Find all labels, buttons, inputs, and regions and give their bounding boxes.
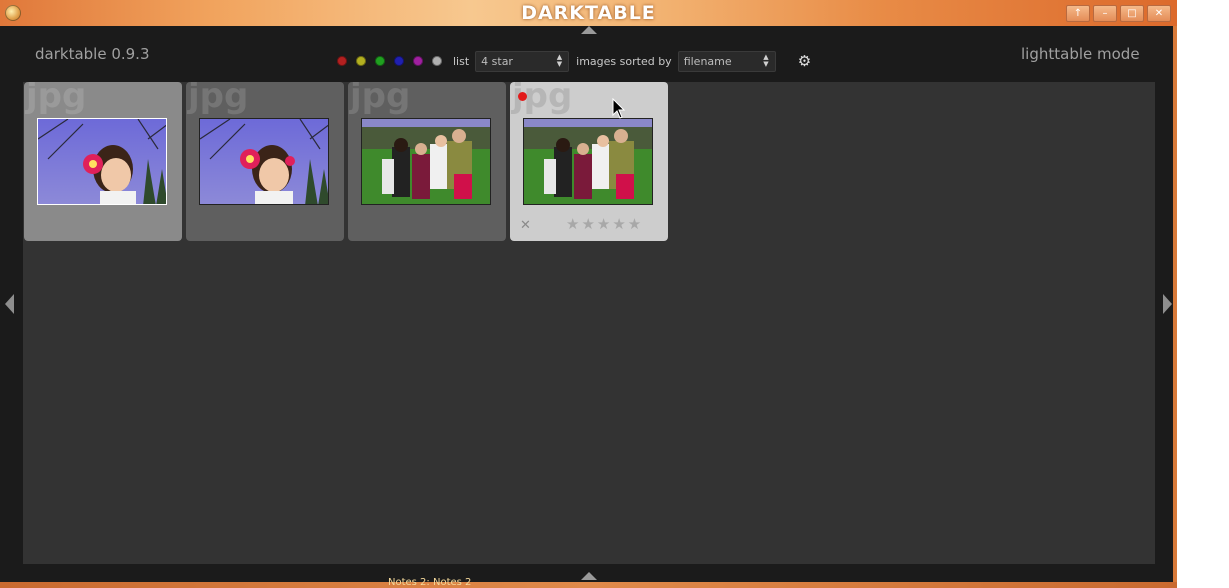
purple-label-filter-icon[interactable] (413, 56, 423, 66)
collapse-right-panel-arrow-icon[interactable] (1163, 294, 1172, 314)
reject-icon[interactable]: ✕ (520, 218, 531, 233)
gear-icon[interactable]: ⚙ (798, 52, 811, 70)
thumbnail-4[interactable]: jpg ✕ ★★★★★ (510, 82, 668, 241)
file-extension-label: jpg (350, 82, 411, 116)
thumbnail-image (199, 118, 329, 205)
mouse-cursor-icon (612, 98, 626, 119)
list-filter-value: 4 star (481, 54, 513, 68)
filter-toolbar: list 4 star ▲ ▼ images sorted by filename… (337, 50, 811, 72)
darktable-window: DARKTABLE ↑ – □ ✕ darktable 0.9.3 lightt… (0, 0, 1177, 588)
collapse-bottom-panel-arrow-icon[interactable] (581, 572, 597, 580)
sort-label: images sorted by (576, 54, 672, 68)
red-label-filter-icon[interactable] (337, 56, 347, 66)
blue-label-filter-icon[interactable] (394, 56, 404, 66)
title-bar: DARKTABLE ↑ – □ ✕ (0, 0, 1177, 26)
list-label: list (453, 54, 470, 68)
thumbnail-image (523, 118, 653, 205)
red-color-label-icon[interactable] (518, 92, 527, 101)
window-title: DARKTABLE (521, 2, 656, 24)
yellow-label-filter-icon[interactable] (356, 56, 366, 66)
window-minimize-button[interactable]: – (1093, 5, 1117, 22)
select-arrows-icon: ▲ ▼ (763, 52, 769, 68)
green-label-filter-icon[interactable] (375, 56, 385, 66)
thumbnail-image (361, 118, 491, 205)
collapse-top-panel-arrow-icon[interactable] (581, 26, 597, 34)
select-arrows-icon: ▲ ▼ (556, 52, 563, 68)
window-frame-right (1173, 26, 1177, 588)
gray-label-filter-icon[interactable] (432, 56, 442, 66)
view-mode-label: lighttable mode (1021, 45, 1140, 63)
file-extension-label: jpg (26, 82, 87, 116)
thumbnail-1[interactable]: jpg (24, 82, 182, 241)
sort-by-value: filename (683, 54, 732, 68)
file-extension-label: jpg (188, 82, 249, 116)
app-version-label: darktable 0.9.3 (35, 45, 150, 63)
window-close-button[interactable]: ✕ (1147, 5, 1171, 22)
collapse-left-panel-arrow-icon[interactable] (5, 294, 14, 314)
window-controls: ↑ – □ ✕ (1066, 5, 1171, 22)
list-filter-select[interactable]: 4 star ▲ ▼ (475, 50, 570, 72)
window-maximize-button[interactable]: □ (1120, 5, 1144, 22)
thumbnail-3[interactable]: jpg (348, 82, 506, 241)
star-rating[interactable]: ★★★★★ (566, 215, 643, 233)
window-up-button[interactable]: ↑ (1066, 5, 1090, 22)
thumbnail-image (37, 118, 167, 205)
sort-by-select[interactable]: filename ▲ ▼ (677, 50, 776, 72)
thumbnail-2[interactable]: jpg (186, 82, 344, 241)
taskbar-note-text: Notes 2: Notes 2 (388, 577, 472, 588)
window-frame-bottom (0, 582, 1177, 588)
